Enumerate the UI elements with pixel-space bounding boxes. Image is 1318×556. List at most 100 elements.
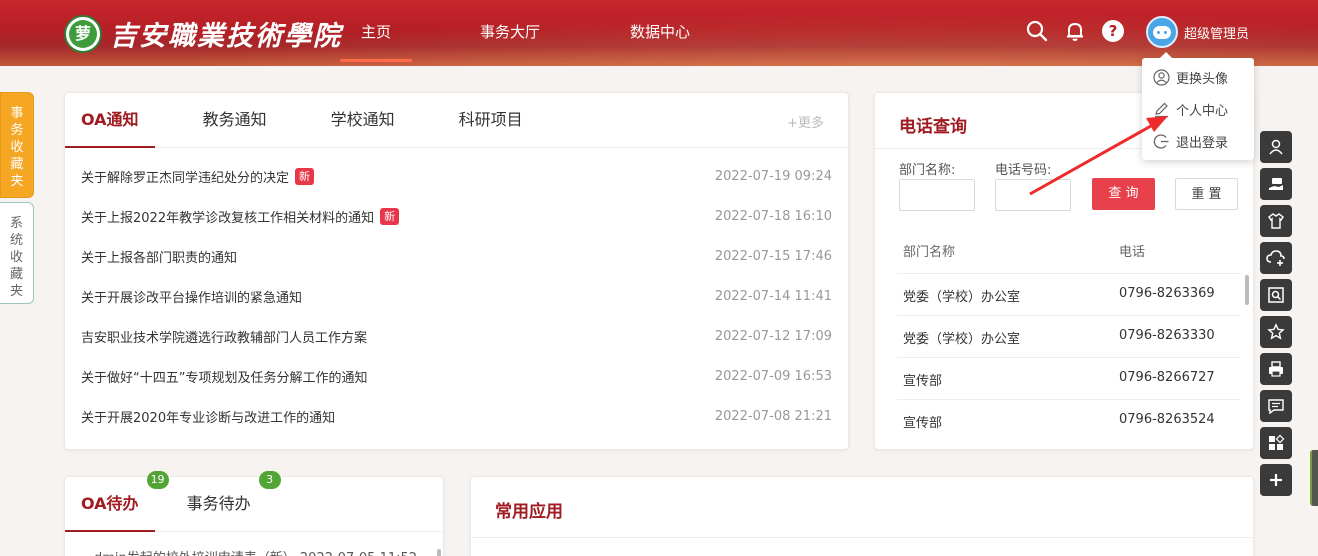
school-name: 吉安職業技術學院 [110,21,342,52]
scrollbar[interactable] [437,549,441,556]
edge-scroll-handle[interactable] [1310,450,1318,506]
tab-academic-notice[interactable]: 教务通知 [203,93,267,147]
more-link[interactable]: +更多 [787,112,824,131]
apps-icon[interactable] [1260,427,1292,459]
notice-date: 2022-07-08 21:21 [714,408,832,424]
row-phone: 0796-8263369 [1119,286,1215,301]
notices-tabs: OA通知 教务通知 学校通知 科研项目 +更多 [65,93,848,148]
list-item[interactable]: 吉安职业技术学院遴选行政教辅部门人员工作方案 2022-07-12 17:09 [65,316,848,356]
side-tab-system-favorites[interactable]: 系 统 收 藏 夹 [0,202,34,304]
table-row: 宣传部 0796-8266727 [897,357,1241,399]
side-tab-char: 藏 [9,267,23,282]
side-tab-char: 事 [10,106,24,121]
star-icon[interactable] [1260,316,1292,348]
tab-oa-todo[interactable]: OA待办 19 [65,471,169,532]
side-tab-char: 收 [10,140,24,155]
table-row: 党委（学校）办公室 0796-8263330 [897,315,1241,357]
user-name: 超级管理员 [1184,26,1250,42]
phone-number-input[interactable] [995,179,1071,211]
todo-tabs: OA待办 19 事务待办 3 [65,471,443,532]
notice-title: 关于解除罗正杰同学违纪处分的决定 [81,170,290,186]
notice-title: 关于上报各部门职责的通知 [81,250,238,266]
menu-logout[interactable]: 退出登录 [1142,125,1254,157]
column-header-dept: 部门名称 [903,245,956,260]
search-icon[interactable] [1024,18,1050,44]
side-tab-char: 统 [9,233,23,248]
notice-date: 2022-07-14 11:41 [714,288,832,304]
right-toolbar [1260,131,1292,501]
help-icon[interactable]: ? [1100,18,1126,44]
tab-research-projects[interactable]: 科研项目 [459,93,523,147]
menu-change-avatar[interactable]: 更换头像 [1142,61,1254,93]
pencil-icon [1152,100,1170,118]
school-seal-mark: 萝 [69,19,97,48]
dept-label: 部门名称: [899,163,956,178]
side-tab-char: 系 [9,216,23,231]
list-item[interactable]: 关于上报各部门职责的通知 2022-07-15 17:46 [65,236,848,276]
message-icon[interactable] [1260,390,1292,422]
tab-affairs-todo-label: 事务待办 [186,494,251,513]
notice-title: 关于开展诊改平台操作培训的紧急通知 [81,290,303,306]
plus-icon[interactable] [1260,464,1292,496]
nav-service-hall[interactable]: 事务大厅 [448,0,572,66]
tab-school-notice[interactable]: 学校通知 [331,93,395,147]
notices-panel: OA通知 教务通知 学校通知 科研项目 +更多 关于解除罗正杰同学违纪处分的决定… [64,92,849,450]
main-nav: 主页 事务大厅 数据中心 [340,0,722,66]
panel-title: 常用应用 [495,502,563,522]
logout-icon [1152,132,1170,150]
query-button[interactable]: 查 询 [1092,178,1155,210]
table-row: 宣传部 0796-8263524 [897,399,1241,441]
panel-title: 电话查询 [899,117,967,137]
shirt-icon[interactable] [1260,205,1292,237]
doc-search-icon[interactable] [1260,279,1292,311]
tab-affairs-todo[interactable]: 事务待办 3 [186,471,281,531]
affairs-todo-count-badge: 3 [258,471,281,489]
menu-personal-center[interactable]: 个人中心 [1142,93,1254,125]
bell-icon[interactable] [1062,18,1088,44]
notice-title: 关于上报2022年教学诊改复核工作相关材料的通知 [81,210,375,226]
list-item[interactable]: …dmin发起的校外培训申请表（新） 2022-07-05 11:52 [81,547,441,556]
side-tab-char: 夹 [9,284,23,299]
notice-date: 2022-07-18 16:10 [714,208,832,224]
nav-data-center[interactable]: 数据中心 [598,0,722,66]
user-menu-trigger[interactable]: 超级管理员 [1146,16,1249,48]
row-phone: 0796-8263330 [1119,328,1215,343]
nav-home[interactable]: 主页 [340,0,412,66]
user-icon[interactable] [1260,131,1292,163]
list-item[interactable]: 关于上报2022年教学诊改复核工作相关材料的通知 新 2022-07-18 16… [65,196,848,236]
list-item[interactable]: 关于开展2020年专业诊断与改进工作的通知 2022-07-08 21:21 [65,396,848,436]
user-circle-icon [1152,68,1170,86]
oa-todo-count-badge: 19 [146,471,169,489]
row-phone: 0796-8266727 [1119,370,1215,385]
printer-icon[interactable] [1260,353,1292,385]
side-tab-char: 收 [9,250,23,265]
side-tab-char: 夹 [10,174,24,189]
column-header-phone: 电话 [1119,245,1146,260]
new-badge: 新 [295,167,315,185]
reset-button[interactable]: 重 置 [1175,178,1238,210]
side-tab-char: 务 [10,123,24,138]
row-dept: 党委（学校）办公室 [903,332,1021,347]
notice-date: 2022-07-19 09:24 [714,168,832,184]
dept-name-input[interactable] [899,179,975,211]
header-icons: ? [1024,18,1138,44]
side-tab-char: 藏 [10,157,24,172]
user-dropdown-menu: 更换头像 个人中心 退出登录 [1142,52,1254,160]
help-glyph: ? [1102,20,1124,42]
tab-oa-notice[interactable]: OA通知 [65,93,155,148]
row-dept: 党委（学校）办公室 [903,290,1021,305]
school-logo[interactable]: 萝 吉安職業技術學院 [64,14,342,53]
notice-list: 关于解除罗正杰同学违纪处分的决定 新 2022-07-19 09:24 关于上报… [65,148,848,436]
avatar [1146,16,1178,48]
hand-card-icon[interactable] [1260,168,1292,200]
notice-title: 吉安职业技术学院遴选行政教辅部门人员工作方案 [81,330,368,346]
notice-date: 2022-07-12 17:09 [714,328,832,344]
list-item[interactable]: 关于做好“十四五”专项规划及任务分解工作的通知 2022-07-09 16:53 [65,356,848,396]
top-header: 萝 吉安職業技術學院 主页 事务大厅 数据中心 ? 超级管理员 [0,0,1318,66]
list-item[interactable]: 关于开展诊改平台操作培训的紧急通知 2022-07-14 11:41 [65,276,848,316]
cloud-add-icon[interactable] [1260,242,1292,274]
side-tab-affairs-favorites[interactable]: 事 务 收 藏 夹 [0,92,34,198]
list-item[interactable]: 关于解除罗正杰同学违纪处分的决定 新 2022-07-19 09:24 [65,156,848,196]
divider [471,537,1253,538]
scrollbar[interactable] [1245,275,1249,305]
